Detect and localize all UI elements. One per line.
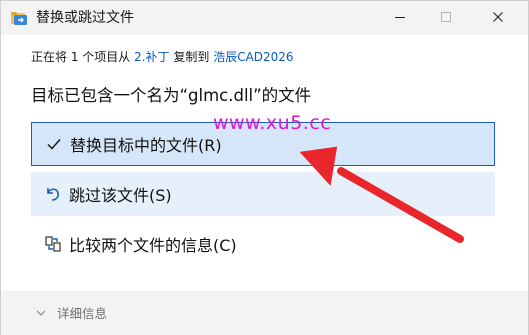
close-icon xyxy=(493,12,503,22)
copy-middle: 复制到 xyxy=(169,50,214,64)
dialog-content: 正在将 1 个项目从 2.补丁 复制到 浩辰CAD2026 目标已包含一个名为“… xyxy=(1,35,528,291)
source-folder-link[interactable]: 2.补丁 xyxy=(134,50,169,64)
skip-option[interactable]: 跳过该文件(S) xyxy=(31,172,495,216)
close-button[interactable] xyxy=(475,1,521,33)
dialog-footer: 详细信息 xyxy=(1,291,528,335)
skip-icon xyxy=(43,184,63,204)
watermark-text: www.xu5.cc xyxy=(213,112,332,134)
checkmark-icon xyxy=(44,134,64,154)
copy-status: 正在将 1 个项目从 2.补丁 复制到 浩辰CAD2026 xyxy=(31,49,294,65)
skip-option-label: 跳过该文件(S) xyxy=(69,186,172,205)
maximize-button[interactable] xyxy=(423,1,469,33)
conflict-headline: 目标已包含一个名为“glmc.dll”的文件 xyxy=(31,86,312,105)
copy-prefix: 正在将 1 个项目从 xyxy=(31,50,135,64)
destination-folder-link[interactable]: 浩辰CAD2026 xyxy=(213,50,293,64)
details-label: 详细信息 xyxy=(57,306,108,321)
title-bar: 替换或跳过文件 xyxy=(1,1,528,35)
replace-option-label: 替换目标中的文件(R) xyxy=(70,136,222,155)
maximize-icon xyxy=(441,12,451,22)
minimize-button[interactable] xyxy=(377,1,423,33)
compare-icon xyxy=(43,234,63,254)
details-toggle[interactable]: 详细信息 xyxy=(35,303,107,322)
window-title: 替换或跳过文件 xyxy=(36,10,134,26)
folder-copy-icon xyxy=(10,9,28,27)
compare-option-label: 比较两个文件的信息(C) xyxy=(69,236,237,255)
minimize-icon xyxy=(395,17,405,18)
compare-option[interactable]: 比较两个文件的信息(C) xyxy=(31,222,495,266)
chevron-down-icon xyxy=(35,307,47,319)
replace-or-skip-dialog: 替换或跳过文件 正在将 1 个项目从 2.补丁 复制到 浩辰CAD2026 目标… xyxy=(0,0,529,335)
